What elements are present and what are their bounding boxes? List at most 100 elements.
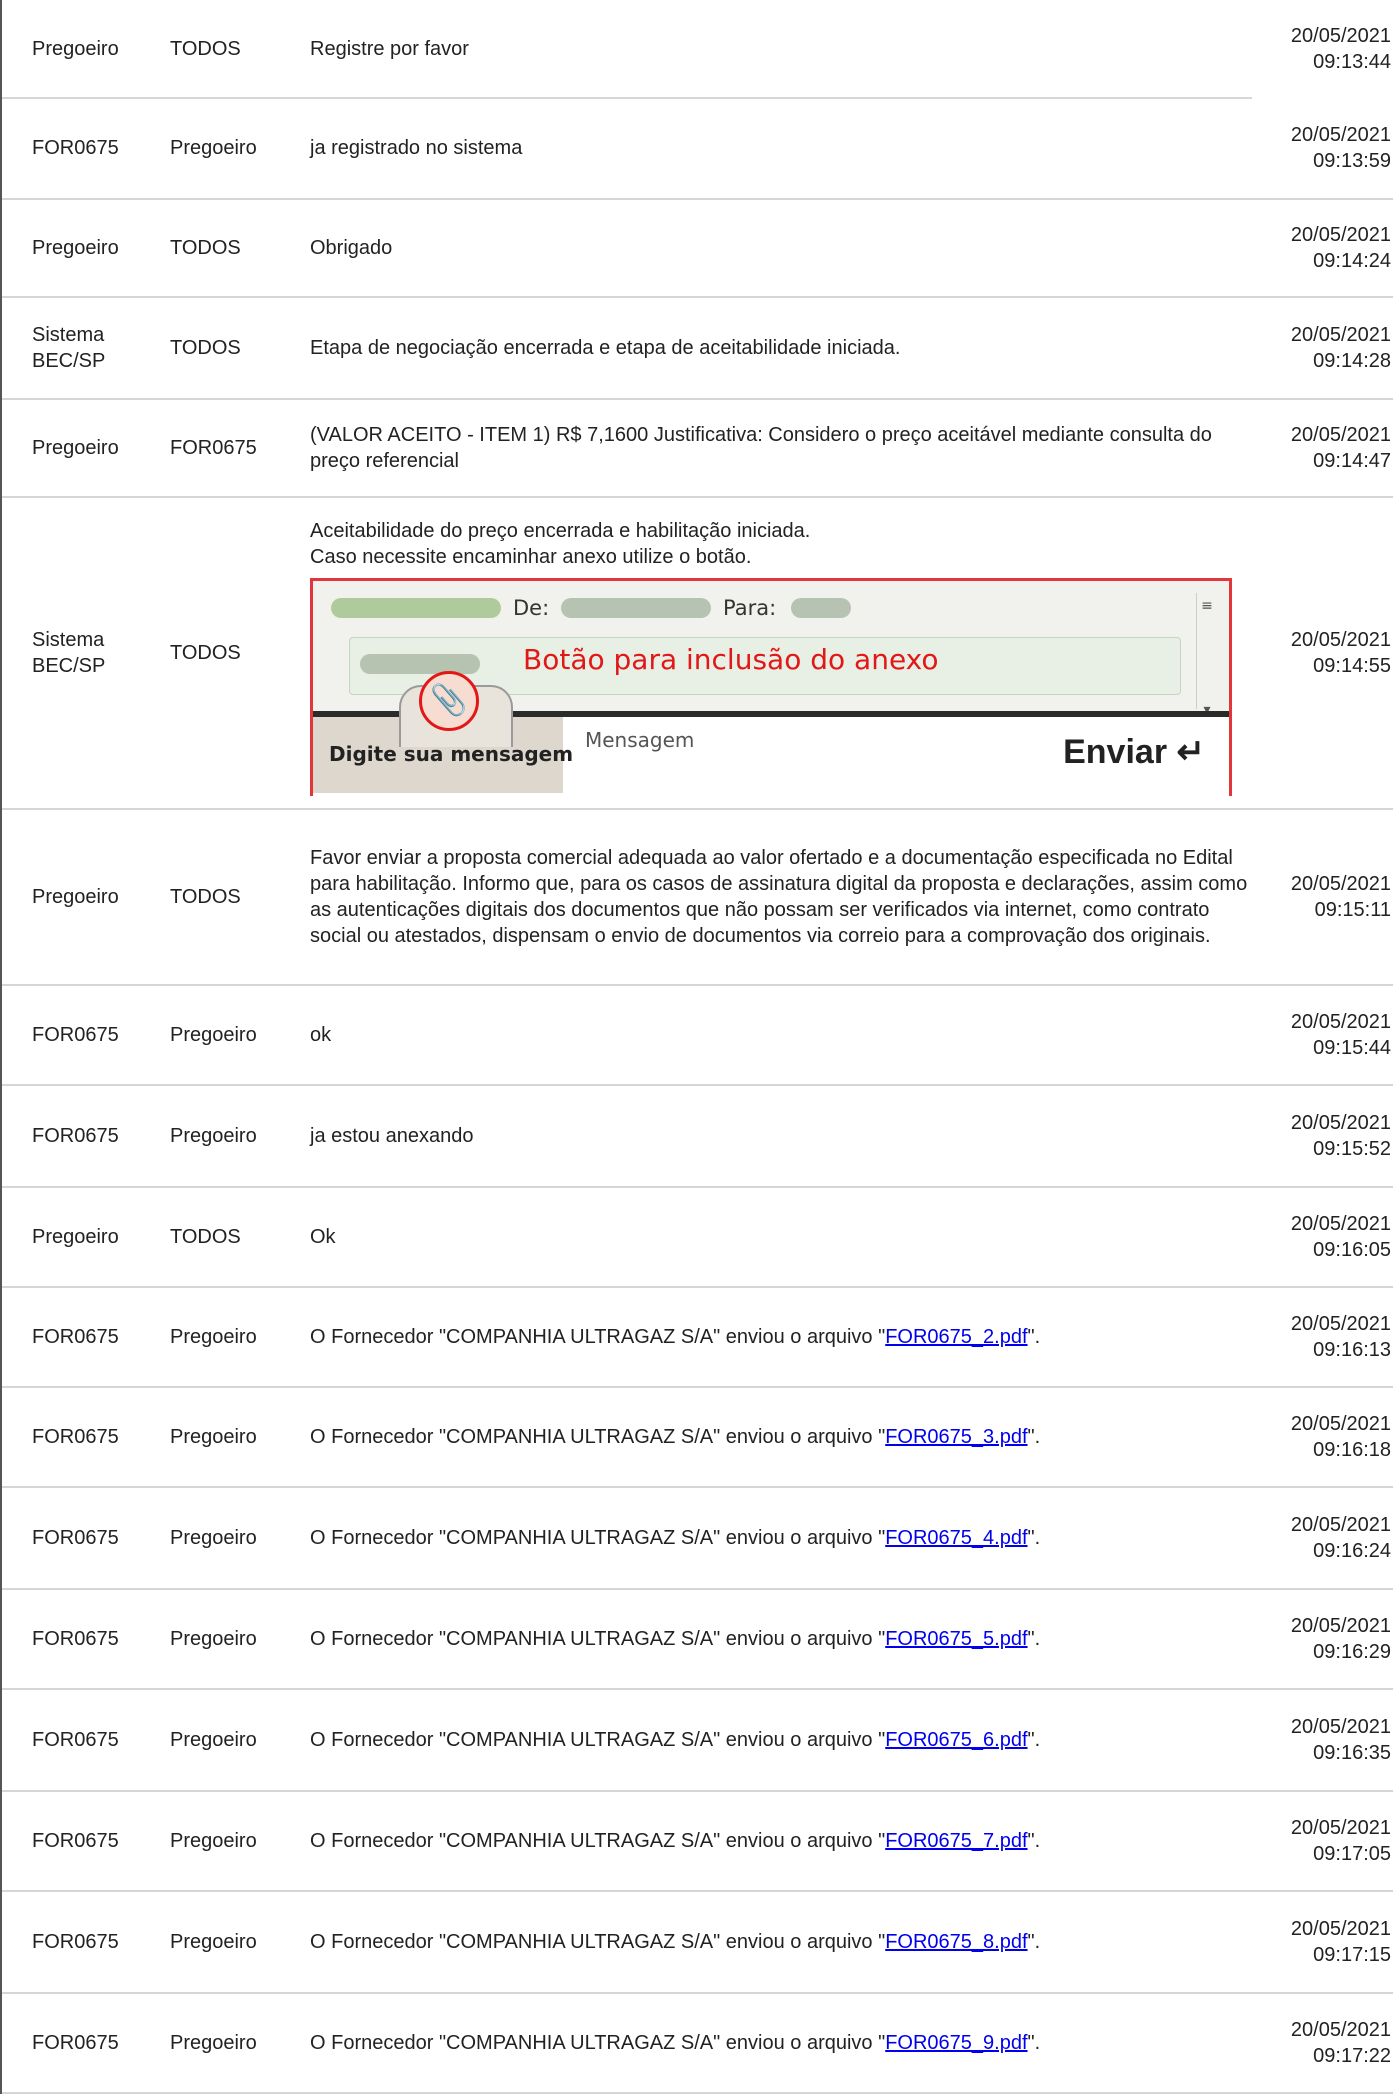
file-link[interactable]: FOR0675_5.pdf: [885, 1626, 1027, 1652]
time: 09:17:15: [1313, 1944, 1391, 1966]
time: 09:16:05: [1313, 1239, 1391, 1261]
message-text: Favor enviar a proposta comercial adequa…: [310, 847, 1248, 947]
message-prefix: O Fornecedor "COMPANHIA ULTRAGAZ S/A" en…: [310, 1729, 886, 1751]
time: 09:14:47: [1313, 450, 1391, 472]
timestamp: 20/05/2021 09:16:29: [1241, 1590, 1391, 1688]
paperclip-icon: 📎: [419, 671, 479, 731]
date: 20/05/2021: [1290, 1011, 1391, 1033]
time: 09:16:13: [1313, 1339, 1391, 1361]
message-prefix: O Fornecedor "COMPANHIA ULTRAGAZ S/A" en…: [310, 1628, 886, 1650]
message-suffix: ".: [1027, 1326, 1041, 1348]
recipient: TODOS: [170, 38, 241, 60]
timestamp: 20/05/2021 09:14:28: [1241, 298, 1391, 398]
chat-message-row: FOR0675 Pregoeiro O Fornecedor "COMPANHI…: [2, 1288, 1393, 1388]
recipient: TODOS: [170, 237, 241, 259]
chat-log: Pregoeiro TODOS Registre por favor 20/05…: [0, 0, 1393, 2094]
file-link[interactable]: FOR0675_7.pdf: [885, 1828, 1027, 1854]
chat-message-row: FOR0675 Pregoeiro O Fornecedor "COMPANHI…: [2, 1792, 1393, 1892]
date: 20/05/2021: [1290, 224, 1391, 246]
message-text: Etapa de negociação encerrada e etapa de…: [310, 337, 901, 359]
timestamp: 20/05/2021 09:17:22: [1241, 1994, 1391, 2092]
sender: FOR0675: [32, 1527, 119, 1549]
chat-message-row: Pregoeiro TODOS Obrigado 20/05/2021 09:14…: [2, 200, 1393, 298]
message-text: O Fornecedor "COMPANHIA ULTRAGAZ S/A" en…: [310, 1488, 1250, 1588]
sender: FOR0675: [32, 1024, 119, 1046]
file-link[interactable]: FOR0675_3.pdf: [885, 1424, 1027, 1450]
message-prefix: O Fornecedor "COMPANHIA ULTRAGAZ S/A" en…: [310, 1426, 886, 1448]
recipient: Pregoeiro: [170, 1024, 257, 1046]
message-line: Caso necessite encaminhar anexo utilize …: [310, 546, 752, 568]
timestamp: 20/05/2021 09:15:44: [1241, 986, 1391, 1084]
recipient: Pregoeiro: [170, 137, 257, 159]
time: 09:13:44: [1313, 51, 1391, 73]
recipient: TODOS: [170, 886, 241, 908]
message-text: O Fornecedor "COMPANHIA ULTRAGAZ S/A" en…: [310, 1590, 1250, 1688]
timestamp: 20/05/2021 09:13:59: [1241, 98, 1391, 198]
date: 20/05/2021: [1290, 1716, 1391, 1738]
message-prefix: O Fornecedor "COMPANHIA ULTRAGAZ S/A" en…: [310, 1527, 886, 1549]
message-suffix: ".: [1027, 2032, 1041, 2054]
file-link[interactable]: FOR0675_2.pdf: [885, 1324, 1027, 1350]
message-text: O Fornecedor "COMPANHIA ULTRAGAZ S/A" en…: [310, 1792, 1250, 1890]
sender: Pregoeiro: [32, 437, 119, 459]
recipient: Pregoeiro: [170, 2032, 257, 2054]
date: 20/05/2021: [1290, 1918, 1391, 1940]
timestamp: 20/05/2021 09:15:52: [1241, 1086, 1391, 1186]
time: 09:16:29: [1313, 1641, 1391, 1663]
chat-message-row: Pregoeiro TODOS Favor enviar a proposta …: [2, 810, 1393, 986]
message-text: Obrigado: [310, 237, 393, 259]
chat-message-row: Pregoeiro TODOS Registre por favor 20/05…: [2, 0, 1393, 99]
sender: Pregoeiro: [32, 1226, 119, 1248]
message-text: ja registrado no sistema: [310, 137, 523, 159]
time: 09:15:11: [1314, 899, 1391, 921]
sender: FOR0675: [32, 1125, 119, 1147]
sender: FOR0675: [32, 1426, 119, 1448]
date: 20/05/2021: [1290, 2019, 1391, 2041]
recipient: Pregoeiro: [170, 1830, 257, 1852]
message-text: O Fornecedor "COMPANHIA ULTRAGAZ S/A" en…: [310, 1388, 1250, 1486]
chat-message-row: Pregoeiro TODOS Ok 20/05/2021 09:16:05: [2, 1188, 1393, 1288]
chat-message-row: FOR0675 Pregoeiro ja registrado no siste…: [2, 98, 1393, 200]
timestamp: 20/05/2021 09:15:11: [1241, 810, 1391, 984]
chat-message-row: Sistema BEC/SP TODOS Aceitabilidade do p…: [2, 498, 1393, 810]
annotation-text: Botão para inclusão do anexo: [523, 643, 939, 676]
sender: Pregoeiro: [32, 886, 119, 908]
date: 20/05/2021: [1290, 25, 1391, 47]
file-link[interactable]: FOR0675_9.pdf: [885, 2030, 1027, 2056]
sender: FOR0675: [32, 1931, 119, 1953]
date: 20/05/2021: [1290, 324, 1391, 346]
timestamp: 20/05/2021 09:14:47: [1241, 400, 1391, 496]
time: 09:15:44: [1313, 1037, 1391, 1059]
message-suffix: ".: [1027, 1426, 1041, 1448]
time: 09:16:24: [1313, 1540, 1391, 1562]
file-link[interactable]: FOR0675_6.pdf: [885, 1727, 1027, 1753]
message-prefix: O Fornecedor "COMPANHIA ULTRAGAZ S/A" en…: [310, 2032, 886, 2054]
file-link[interactable]: FOR0675_4.pdf: [885, 1525, 1027, 1551]
typing-label: Digite sua mensagem: [329, 742, 574, 766]
timestamp: 20/05/2021 09:16:35: [1241, 1690, 1391, 1790]
file-link[interactable]: FOR0675_8.pdf: [885, 1929, 1027, 1955]
recipient: FOR0675: [170, 437, 257, 459]
message-prefix: O Fornecedor "COMPANHIA ULTRAGAZ S/A" en…: [310, 1931, 886, 1953]
recipient: Pregoeiro: [170, 1628, 257, 1650]
message-text: Ok: [310, 1226, 336, 1248]
timestamp: 20/05/2021 09:14:24: [1241, 200, 1391, 296]
chat-message-row: FOR0675 Pregoeiro O Fornecedor "COMPANHI…: [2, 1488, 1393, 1590]
sender: FOR0675: [32, 2032, 119, 2054]
recipient: Pregoeiro: [170, 1326, 257, 1348]
recipient: TODOS: [170, 642, 241, 664]
recipient: Pregoeiro: [170, 1527, 257, 1549]
para-label: Para:: [723, 596, 777, 620]
message-text: ja estou anexando: [310, 1125, 474, 1147]
sender: Pregoeiro: [32, 38, 119, 60]
timestamp: 20/05/2021 09:16:13: [1241, 1288, 1391, 1386]
message-line: Aceitabilidade do preço encerrada e habi…: [310, 520, 811, 542]
message-suffix: ".: [1027, 1729, 1041, 1751]
sender: FOR0675: [32, 1729, 119, 1751]
sender: FOR0675: [32, 137, 119, 159]
time: 09:16:18: [1313, 1439, 1391, 1461]
message-text: O Fornecedor "COMPANHIA ULTRAGAZ S/A" en…: [310, 1288, 1250, 1386]
time: 09:15:52: [1313, 1138, 1391, 1160]
time: 09:16:35: [1313, 1742, 1391, 1764]
message-text: Aceitabilidade do preço encerrada e habi…: [310, 498, 1250, 808]
